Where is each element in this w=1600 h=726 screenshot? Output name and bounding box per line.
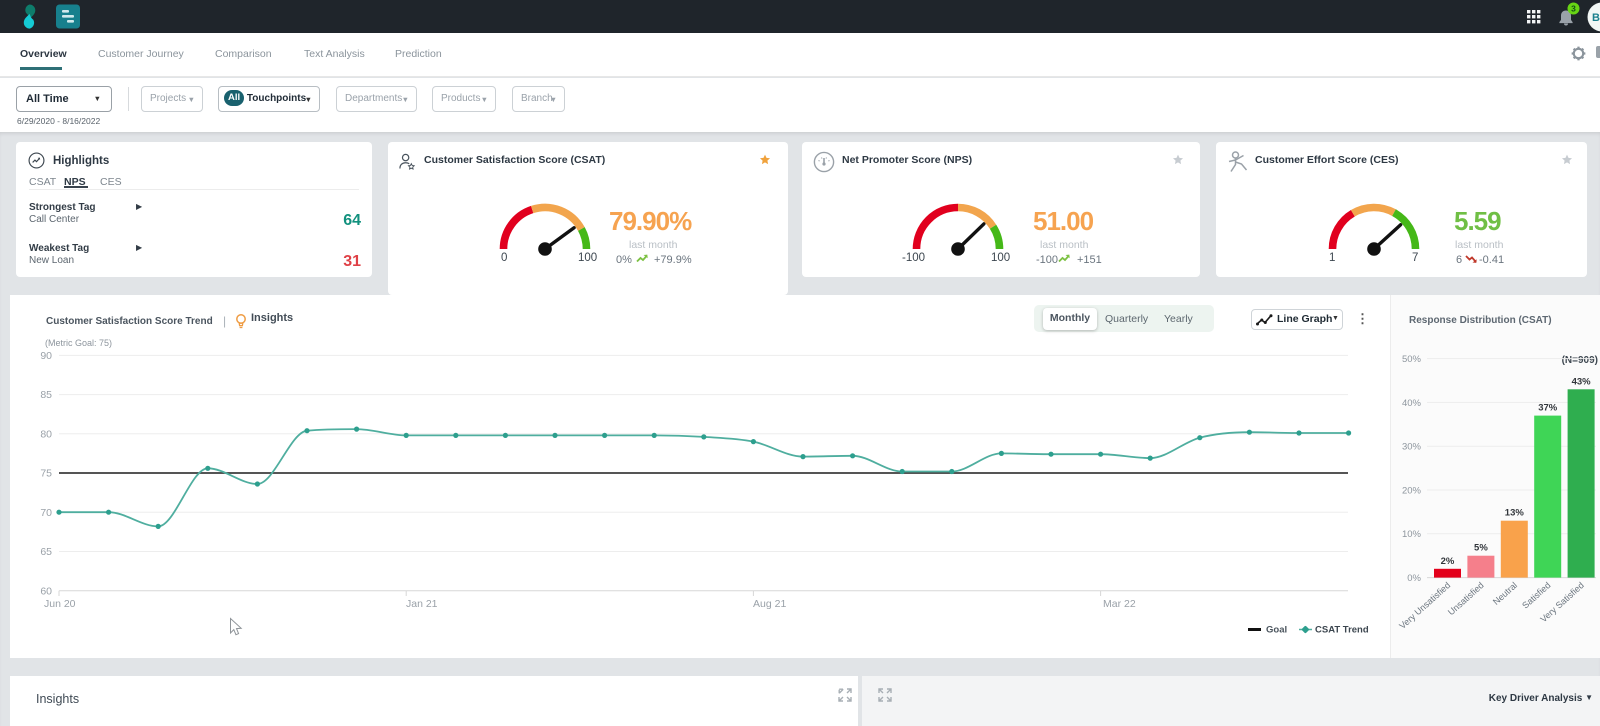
svg-text:(N=909): (N=909) [1562, 355, 1598, 366]
svg-text:13%: 13% [1505, 508, 1525, 519]
svg-text:5%: 5% [1474, 543, 1488, 554]
svg-text:10%: 10% [1402, 529, 1422, 540]
svg-text:0%: 0% [1407, 573, 1421, 584]
svg-text:30%: 30% [1402, 442, 1422, 453]
svg-text:3: 3 [1571, 4, 1576, 14]
svg-text:43%: 43% [1572, 376, 1592, 387]
svg-text:20%: 20% [1402, 485, 1422, 496]
svg-text:40%: 40% [1402, 398, 1422, 409]
svg-text:Neutral: Neutral [1491, 580, 1519, 607]
svg-text:Unsatisfied: Unsatisfied [1446, 580, 1486, 617]
svg-text:Satisfied: Satisfied [1520, 580, 1552, 611]
svg-text:2%: 2% [1441, 556, 1455, 567]
svg-text:Very Unsatisfied: Very Unsatisfied [1397, 580, 1452, 631]
svg-text:50%: 50% [1402, 354, 1422, 365]
svg-text:37%: 37% [1538, 403, 1558, 414]
svg-text:B: B [1592, 12, 1600, 24]
